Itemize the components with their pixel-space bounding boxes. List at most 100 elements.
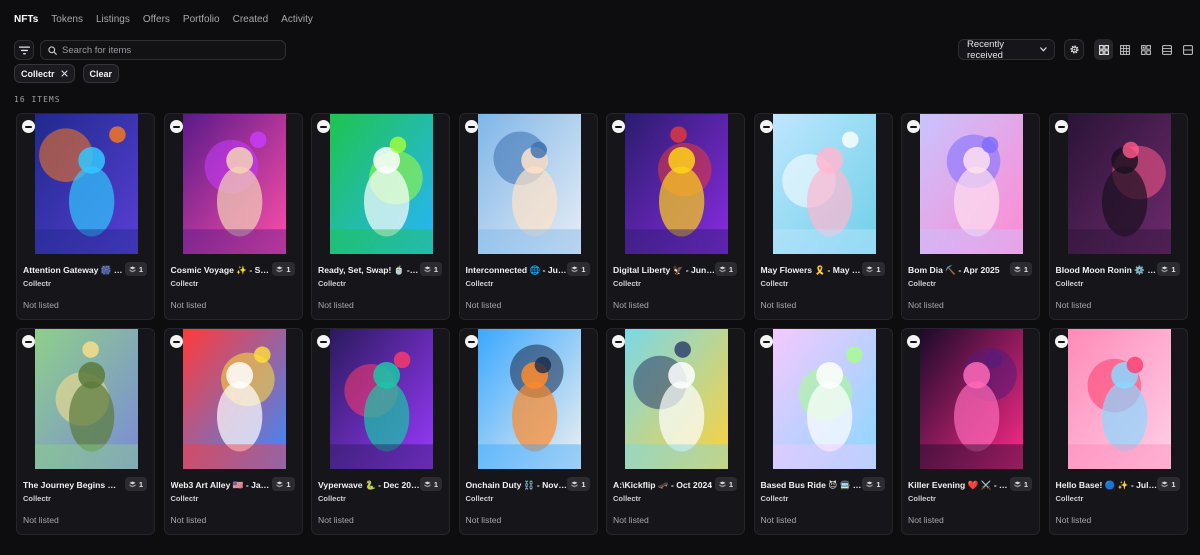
nft-card[interactable]: The Journey Begins 🧙 - Feb 2024 1 Collectr… xyxy=(16,328,155,535)
tab-tokens[interactable]: Tokens xyxy=(51,10,83,30)
settings-button[interactable] xyxy=(1064,39,1084,60)
collection-name[interactable]: Collectr xyxy=(1056,494,1084,503)
nft-card[interactable]: Interconnected 🌐 - Jun 2024 1 Collectr Not … xyxy=(458,113,598,320)
nft-artwork[interactable] xyxy=(35,114,138,254)
nft-card[interactable]: Hello Base! 🔵 ✨ - Jul 2024 1 Collectr Not l… xyxy=(1048,328,1188,535)
nft-artwork[interactable] xyxy=(1067,329,1171,469)
view-table-button[interactable] xyxy=(1178,39,1197,60)
view-grid-large-button[interactable] xyxy=(1094,39,1113,60)
nft-card[interactable]: Cosmic Voyage ✨ - Sep 2024 1 Collectr Not l… xyxy=(163,113,303,320)
select-circle-icon[interactable] xyxy=(22,120,35,133)
nft-title[interactable]: A:\Kickflip 🛹 - Oct 2024 xyxy=(613,480,715,491)
sort-dropdown[interactable]: Recently received xyxy=(958,39,1055,61)
view-grid-medium-button[interactable] xyxy=(1115,39,1134,60)
nft-card[interactable]: Blood Moon Ronin ⚙️ - Oct 2024 1 Collectr N… xyxy=(1048,113,1188,320)
tab-created[interactable]: Created xyxy=(233,10,269,30)
nft-title[interactable]: Ready, Set, Swap! 🍵 - Oct 2024 xyxy=(318,265,420,276)
nft-title[interactable]: Onchain Duty ⛓️ - Nov 2024 xyxy=(466,480,568,491)
nft-card[interactable]: May Flowers 🎗️ - May 2025 1 Collectr Not li… xyxy=(753,113,893,320)
select-circle-icon[interactable] xyxy=(1054,335,1068,348)
nft-artwork[interactable] xyxy=(920,329,1023,469)
select-circle-icon[interactable] xyxy=(907,120,920,133)
collection-name[interactable]: Collectr xyxy=(761,494,789,503)
nft-card[interactable]: Ready, Set, Swap! 🍵 - Oct 2024 1 Collectr N… xyxy=(311,113,450,320)
collection-name[interactable]: Collectr xyxy=(1056,279,1084,288)
select-circle-icon[interactable] xyxy=(169,120,183,133)
select-circle-icon[interactable] xyxy=(317,335,330,348)
nft-artwork[interactable] xyxy=(477,329,581,469)
collection-name[interactable]: Collectr xyxy=(761,279,789,288)
nft-card[interactable]: Attention Gateway 🎆 - Mar 2025 1 Collectr N… xyxy=(16,113,155,320)
nft-artwork[interactable] xyxy=(477,114,581,254)
nft-card[interactable]: Killer Evening ❤️ ⚔️ - Aug 2024 1 Collectr… xyxy=(901,328,1040,535)
select-circle-icon[interactable] xyxy=(759,120,773,133)
collection-name[interactable]: Collectr xyxy=(613,279,641,288)
nft-card[interactable]: Bom Dia ⛏️ - Apr 2025 1 Collectr Not listed xyxy=(901,113,1040,320)
select-circle-icon[interactable] xyxy=(22,335,35,348)
collection-name[interactable]: Collectr xyxy=(171,494,199,503)
select-circle-icon[interactable] xyxy=(907,335,920,348)
nft-artwork[interactable] xyxy=(920,114,1023,254)
nft-title[interactable]: The Journey Begins 🧙 - Feb 2024 xyxy=(23,480,125,491)
collection-name[interactable]: Collectr xyxy=(466,494,494,503)
nft-artwork[interactable] xyxy=(330,329,433,469)
filter-button[interactable] xyxy=(14,40,34,60)
select-circle-icon[interactable] xyxy=(612,120,625,133)
select-circle-icon[interactable] xyxy=(612,335,625,348)
collection-name[interactable]: Collectr xyxy=(613,494,641,503)
collection-name[interactable]: Collectr xyxy=(23,279,51,288)
nft-title[interactable]: Web3 Art Alley 🇺🇸 - Jan 2025 xyxy=(171,480,273,491)
select-circle-icon[interactable] xyxy=(464,120,478,133)
select-circle-icon[interactable] xyxy=(464,335,478,348)
select-circle-icon[interactable] xyxy=(759,335,773,348)
view-grid-small-button[interactable] xyxy=(1136,39,1155,60)
tab-offers[interactable]: Offers xyxy=(143,10,170,30)
collection-name[interactable]: Collectr xyxy=(466,279,494,288)
tab-nfts[interactable]: NFTs xyxy=(14,10,38,30)
collection-name[interactable]: Collectr xyxy=(318,494,346,503)
nft-artwork[interactable] xyxy=(1067,114,1171,254)
filter-chip-collection[interactable]: Collectr xyxy=(14,64,75,83)
nft-artwork[interactable] xyxy=(330,114,433,254)
nft-artwork[interactable] xyxy=(182,329,286,469)
search-field[interactable] xyxy=(40,40,286,60)
search-input[interactable] xyxy=(62,44,272,56)
clear-filters-button[interactable]: Clear xyxy=(82,64,120,83)
nft-title[interactable]: Digital Liberty 🦅 - Jun 2024 xyxy=(613,265,715,276)
select-circle-icon[interactable] xyxy=(1054,120,1068,133)
tab-listings[interactable]: Listings xyxy=(96,10,130,30)
collection-name[interactable]: Collectr xyxy=(908,279,936,288)
nft-card[interactable]: Based Bus Ride 😈 🚍 - Sep 2024 1 Collectr No… xyxy=(753,328,893,535)
tab-portfolio[interactable]: Portfolio xyxy=(183,10,220,30)
select-circle-icon[interactable] xyxy=(169,335,183,348)
nft-title[interactable]: Killer Evening ❤️ ⚔️ - Aug 2024 xyxy=(908,480,1010,491)
nft-title[interactable]: Cosmic Voyage ✨ - Sep 2024 xyxy=(171,265,273,276)
nft-title[interactable]: Based Bus Ride 😈 🚍 - Sep 2024 xyxy=(761,480,863,491)
select-circle-icon[interactable] xyxy=(317,120,330,133)
close-icon[interactable] xyxy=(60,70,68,77)
nft-title[interactable]: Blood Moon Ronin ⚙️ - Oct 2024 xyxy=(1056,265,1158,276)
nft-artwork[interactable] xyxy=(772,329,876,469)
collection-name[interactable]: Collectr xyxy=(318,279,346,288)
nft-card[interactable]: Web3 Art Alley 🇺🇸 - Jan 2025 1 Collectr Not… xyxy=(163,328,303,535)
nft-title[interactable]: May Flowers 🎗️ - May 2025 xyxy=(761,265,863,276)
nft-artwork[interactable] xyxy=(772,114,876,254)
nft-title[interactable]: Vyperwave 🐍 - Dec 2024 xyxy=(318,480,420,491)
nft-title[interactable]: Attention Gateway 🎆 - Mar 2025 xyxy=(23,265,125,276)
nft-title[interactable]: Interconnected 🌐 - Jun 2024 xyxy=(466,265,568,276)
nft-artwork[interactable] xyxy=(35,329,138,469)
nft-card[interactable]: Digital Liberty 🦅 - Jun 2024 1 Collectr Not… xyxy=(606,113,745,320)
nft-title[interactable]: Hello Base! 🔵 ✨ - Jul 2024 xyxy=(1056,480,1158,491)
collection-name[interactable]: Collectr xyxy=(908,494,936,503)
collection-name[interactable]: Collectr xyxy=(171,279,199,288)
nft-artwork[interactable] xyxy=(625,114,728,254)
nft-card[interactable]: Onchain Duty ⛓️ - Nov 2024 1 Collectr Not l… xyxy=(458,328,598,535)
tab-activity[interactable]: Activity xyxy=(281,10,313,30)
nft-artwork[interactable] xyxy=(625,329,728,469)
nft-card[interactable]: Vyperwave 🐍 - Dec 2024 1 Collectr Not liste… xyxy=(311,328,450,535)
nft-title[interactable]: Bom Dia ⛏️ - Apr 2025 xyxy=(908,265,1010,276)
nft-card[interactable]: A:\Kickflip 🛹 - Oct 2024 1 Collectr Not lis… xyxy=(606,328,745,535)
nft-artwork[interactable] xyxy=(182,114,286,254)
collection-name[interactable]: Collectr xyxy=(23,494,51,503)
view-list-button[interactable] xyxy=(1157,39,1176,60)
